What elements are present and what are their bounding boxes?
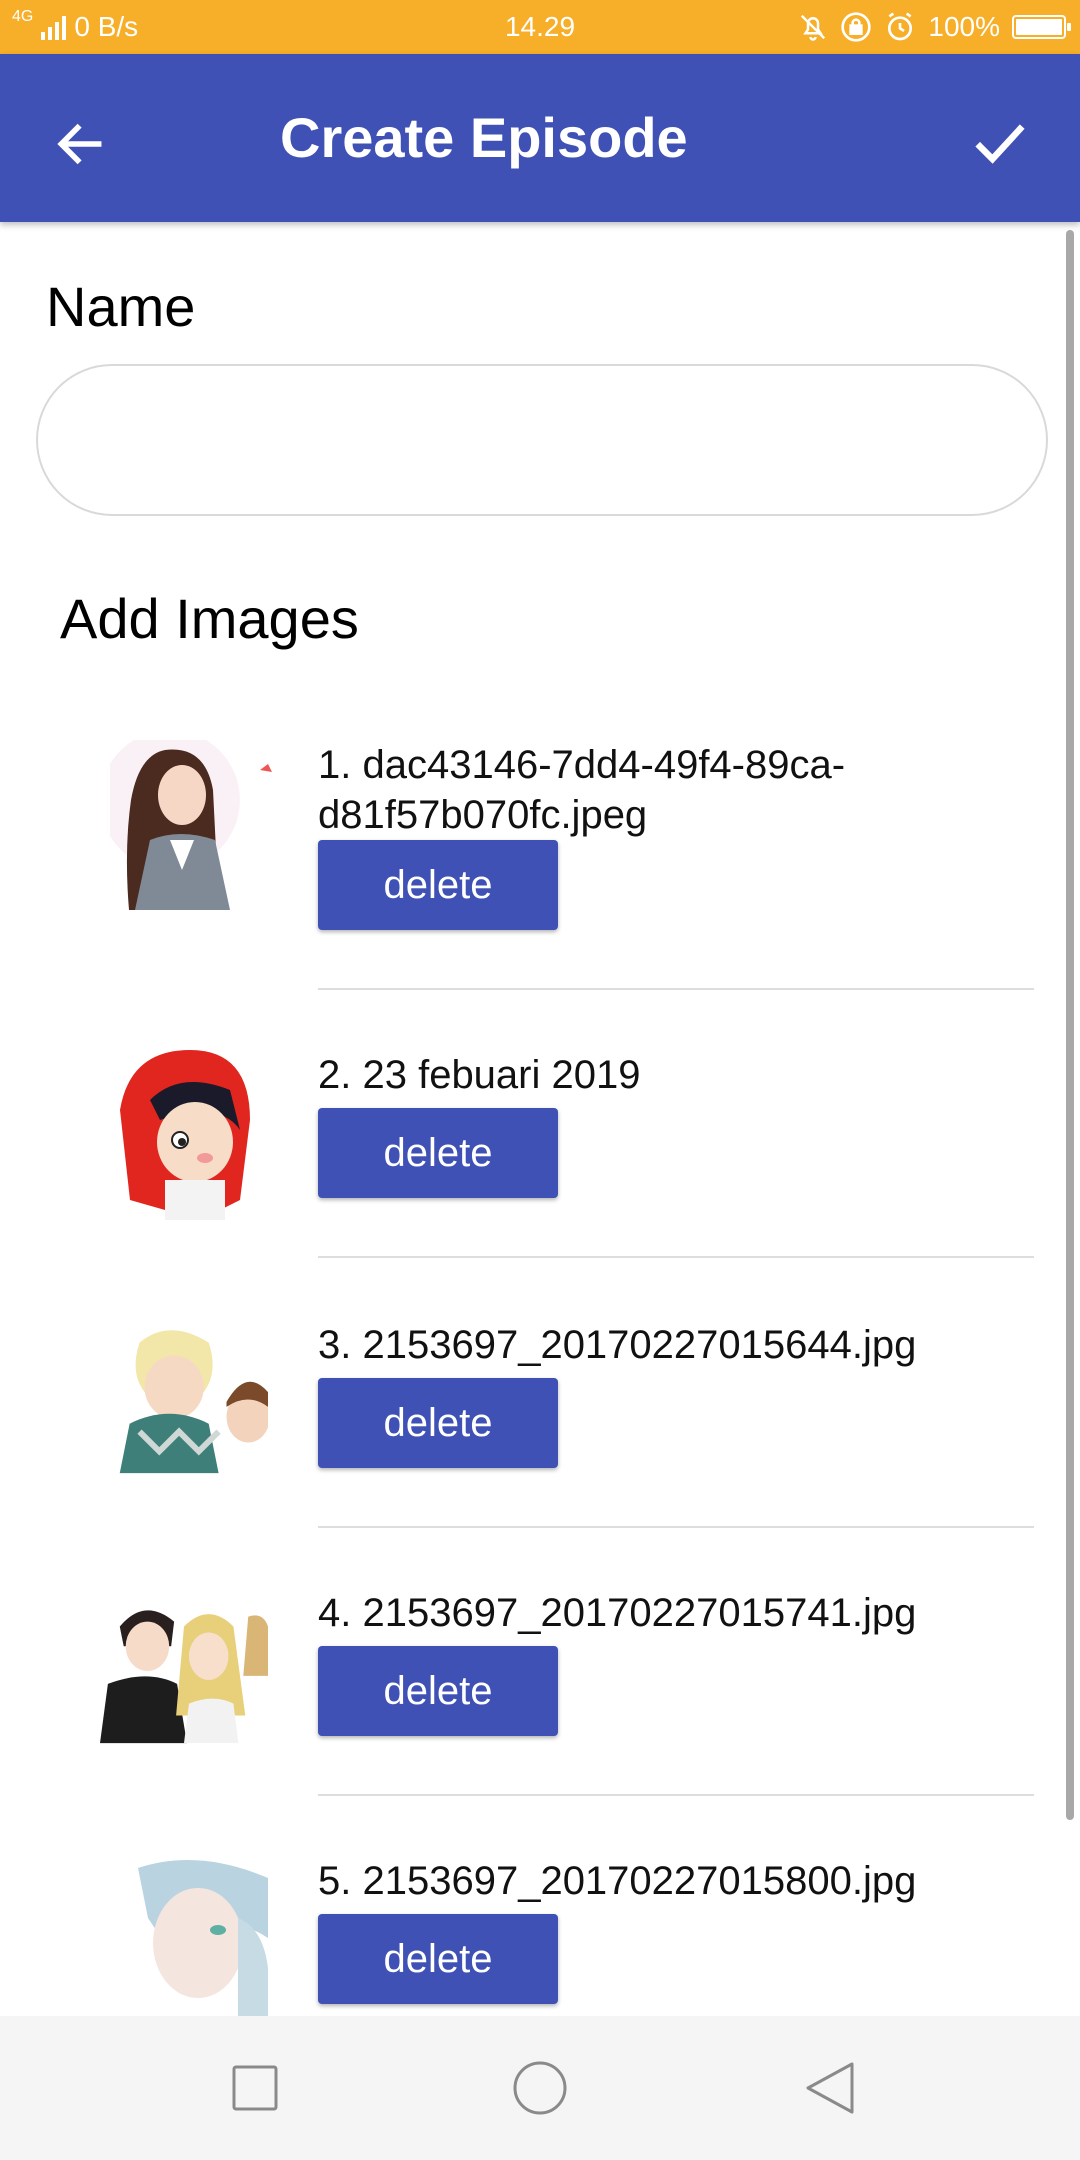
image-filename: 4. 2153697_20170227015741.jpg — [318, 1591, 917, 1635]
clock: 14.29 — [504, 11, 576, 42]
circle-icon — [513, 2061, 567, 2115]
delete-button[interactable]: delete — [318, 1108, 558, 1198]
image-filename: 5. 2153697_20170227015800.jpg — [318, 1859, 917, 1903]
square-icon — [232, 2065, 278, 2111]
navigation-bar — [0, 2016, 1080, 2160]
image-thumbnail — [100, 1322, 268, 1474]
image-filename: 1. dac43146-7dd4-49f4-89ca-d81f57b070fc.… — [318, 743, 846, 837]
image-filename: 2. 23 febuari 2019 — [318, 1053, 641, 1097]
image-list-item: 5. 2153697_20170227015800.jpg delete — [0, 1856, 1080, 2016]
image-thumbnail — [128, 1858, 268, 2016]
image-thumbnail — [110, 740, 280, 910]
triangle-back-icon — [806, 2062, 854, 2114]
image-thumbnail — [100, 1596, 268, 1744]
alarm-icon — [888, 12, 913, 41]
divider — [318, 1256, 1034, 1258]
system-back-button[interactable] — [790, 2048, 870, 2128]
divider — [318, 988, 1034, 990]
battery-icon — [1012, 15, 1071, 39]
battery-percent: 100% — [928, 11, 1000, 42]
delete-button[interactable]: delete — [318, 1646, 558, 1736]
status-bar: 4G 0 B/s 14.29 100% — [0, 0, 1080, 54]
image-list-item: 2. 23 febuari 2019 delete — [0, 1050, 1080, 1260]
image-list-item: 1. dac43146-7dd4-49f4-89ca-d81f57b070fc.… — [0, 740, 1080, 990]
add-images-label: Add Images — [60, 587, 359, 650]
recents-button[interactable] — [215, 2048, 295, 2128]
name-input[interactable] — [36, 364, 1048, 516]
image-thumbnail — [110, 1050, 280, 1220]
image-filename: 3. 2153697_20170227015644.jpg — [318, 1323, 917, 1367]
divider — [318, 1526, 1034, 1528]
check-icon — [975, 124, 1025, 164]
app-bar: Create Episode — [0, 54, 1080, 222]
name-label: Name — [46, 275, 196, 338]
image-list-item: 4. 2153697_20170227015741.jpg delete — [0, 1588, 1080, 1798]
arrow-left-icon — [57, 123, 102, 165]
delete-button[interactable]: delete — [318, 840, 558, 930]
delete-button[interactable]: delete — [318, 1914, 558, 2004]
image-list-item: 3. 2153697_20170227015644.jpg delete — [0, 1320, 1080, 1530]
confirm-button[interactable] — [960, 104, 1040, 184]
lock-rotation-icon — [841, 12, 872, 42]
delete-button[interactable]: delete — [318, 1378, 558, 1468]
back-button[interactable] — [40, 104, 120, 184]
scrollbar[interactable] — [1066, 230, 1074, 1820]
bell-off-icon — [801, 14, 826, 41]
divider — [318, 1794, 1034, 1796]
page-title: Create Episode — [280, 106, 688, 169]
home-button[interactable] — [500, 2048, 580, 2128]
